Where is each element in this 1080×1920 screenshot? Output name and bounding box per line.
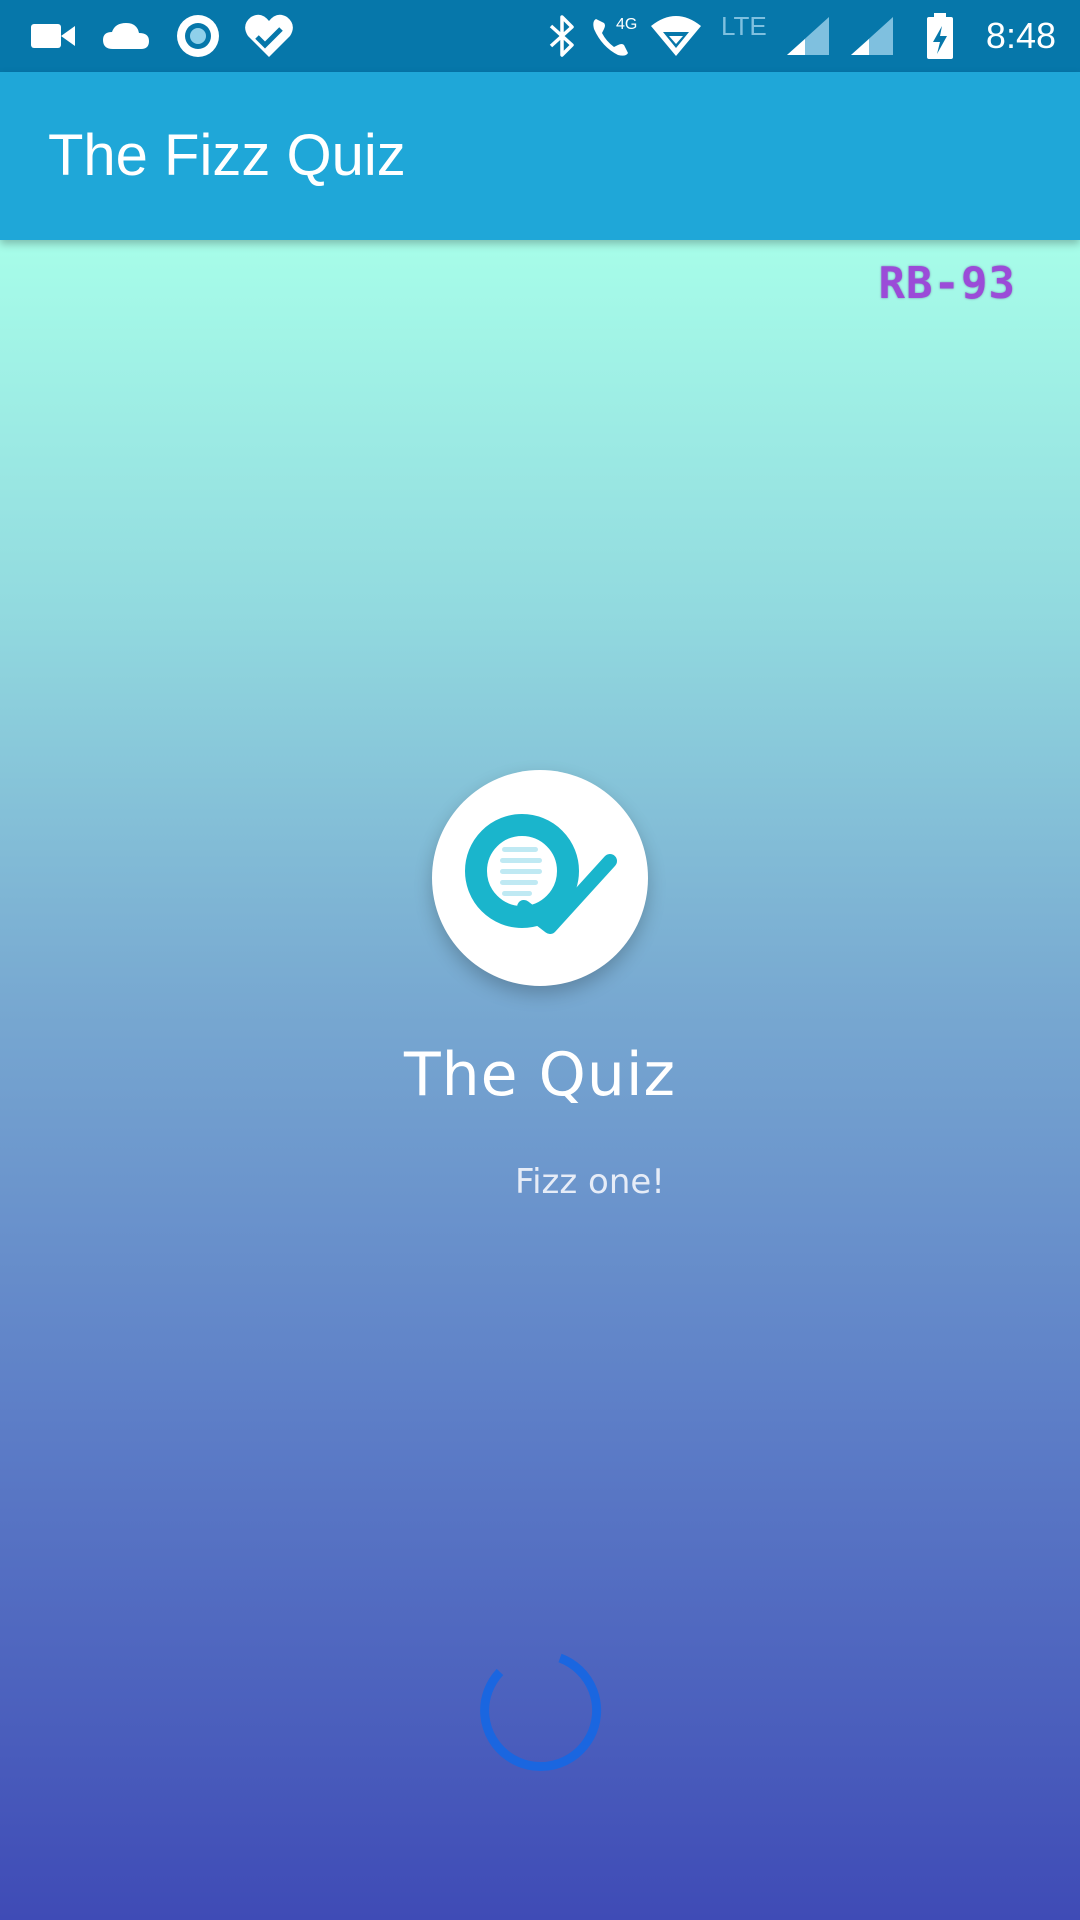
app-title: The Fizz Quiz [48,123,406,188]
circle-record-icon [174,0,222,72]
splash-screen: RB-93 The Quiz Fizz one! [0,240,1080,1920]
lte-label-icon: LTE [718,0,776,62]
svg-text:4G: 4G [616,16,637,33]
signal-icon [784,0,832,72]
status-bar: 4G LTE 8:48 [0,0,1080,72]
svg-text:LTE: LTE [721,11,767,41]
bluetooth-icon [546,0,578,72]
wifi-icon [648,0,704,72]
app-bar: The Fizz Quiz [0,72,1080,240]
badge-label: RB-93 [878,258,1016,309]
heart-check-icon [242,0,296,72]
video-camera-icon [28,0,78,72]
quiz-q-check-icon [460,811,620,946]
splash-title: The Quiz [403,1040,677,1110]
battery-charging-icon [922,0,958,72]
status-time: 8:48 [985,15,1056,56]
signal-icon [848,0,896,72]
cloud-icon [100,0,152,72]
app-logo [432,770,648,986]
progress-spinner-icon [478,1650,602,1774]
call-4g-icon: 4G [590,0,640,72]
splash-subtitle: Fizz one! [515,1162,665,1202]
